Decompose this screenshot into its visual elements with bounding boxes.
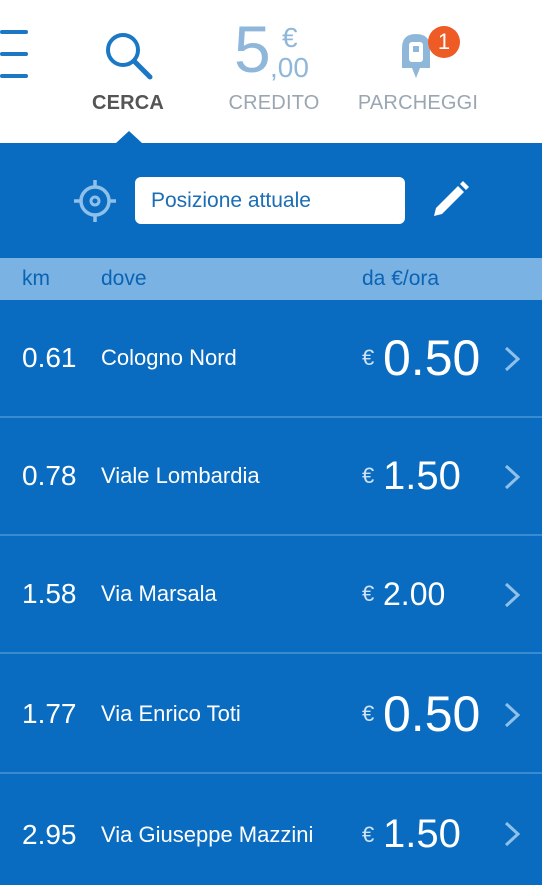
row-currency: € <box>362 821 375 847</box>
chevron-right-icon <box>504 702 521 728</box>
row-price: 0.50 <box>383 686 481 742</box>
parking-row[interactable]: 2.95 Via Giuseppe Mazzini € 1.50 <box>0 774 542 875</box>
row-address: Cologno Nord <box>101 345 237 370</box>
menu-icon[interactable] <box>0 30 28 82</box>
search-icon <box>106 33 153 80</box>
location-input[interactable] <box>135 177 405 224</box>
row-currency: € <box>362 581 375 606</box>
row-price: 1.50 <box>383 812 461 856</box>
credit-currency: € <box>282 22 298 53</box>
credit-amount-integer: 5 <box>234 12 271 86</box>
active-tab-pointer <box>116 131 142 143</box>
chevron-right-icon <box>504 821 521 847</box>
column-header: km dove da €/ora <box>0 258 542 300</box>
parking-row[interactable]: 0.61 Cologno Nord € 0.50 <box>0 300 542 418</box>
tab-credito[interactable]: 5 € ,00 CREDITO <box>218 0 330 143</box>
row-distance: 2.95 <box>22 818 77 850</box>
top-navigation: CERCA 5 € ,00 CREDITO 1 PARCHEGGI <box>0 0 542 143</box>
credit-amount-decimal: ,00 <box>270 52 309 83</box>
row-address: Viale Lombardia <box>101 463 260 488</box>
col-price: da €/ora <box>362 267 440 290</box>
row-address: Via Enrico Toti <box>101 701 241 726</box>
col-dove: dove <box>101 267 147 290</box>
pencil-icon[interactable] <box>426 178 472 224</box>
row-distance: 1.58 <box>22 578 77 609</box>
tab-parcheggi[interactable]: 1 PARCHEGGI <box>352 0 484 143</box>
tab-parcheggi-label: PARCHEGGI <box>357 92 479 114</box>
row-price: 1.50 <box>383 453 461 498</box>
row-price: 0.50 <box>383 330 481 386</box>
row-address: Via Giuseppe Mazzini <box>101 821 314 847</box>
row-currency: € <box>362 701 375 726</box>
row-address: Via Marsala <box>101 581 217 606</box>
tab-credito-label: CREDITO <box>228 92 320 114</box>
locate-icon[interactable] <box>72 178 118 224</box>
chevron-right-icon <box>504 464 521 490</box>
row-price: 2.00 <box>383 575 446 612</box>
col-km: km <box>22 267 50 290</box>
parking-row[interactable]: 0.78 Viale Lombardia € 1.50 <box>0 418 542 536</box>
parking-row[interactable]: 1.58 Via Marsala € 2.00 <box>0 536 542 654</box>
row-currency: € <box>362 463 375 488</box>
row-distance: 0.78 <box>22 460 77 491</box>
chevron-right-icon <box>504 582 521 608</box>
chevron-right-icon <box>504 346 521 372</box>
tab-cerca-label: CERCA <box>91 92 165 114</box>
tab-cerca[interactable]: CERCA <box>78 0 178 143</box>
row-distance: 1.77 <box>22 698 77 729</box>
row-distance: 0.61 <box>22 342 77 373</box>
notification-badge: 1 <box>428 26 460 58</box>
parking-row[interactable]: 1.77 Via Enrico Toti € 0.50 <box>0 656 542 774</box>
row-currency: € <box>362 345 375 370</box>
